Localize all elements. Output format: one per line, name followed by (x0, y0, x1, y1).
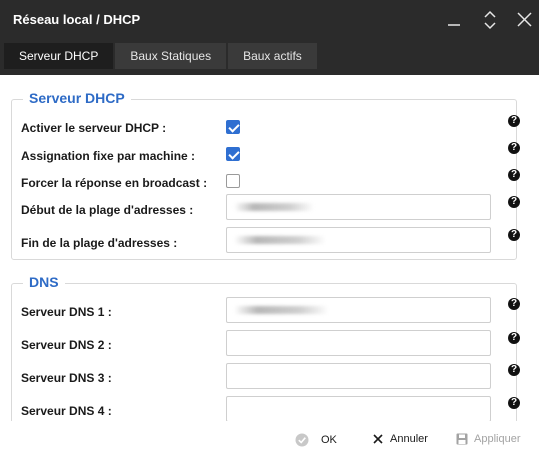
minimize-icon (448, 24, 460, 26)
dns2-label: Serveur DNS 2 : (21, 338, 112, 352)
enable-dhcp-checkbox[interactable] (226, 120, 240, 134)
fixed-assignment-label: Assignation fixe par machine : (21, 149, 196, 163)
dns4-label: Serveur DNS 4 : (21, 404, 112, 418)
broadcast-label: Forcer la réponse en broadcast : (21, 176, 208, 190)
dns3-label: Serveur DNS 3 : (21, 371, 112, 385)
expand-icon (484, 10, 496, 30)
cancel-button[interactable]: Annuler (372, 433, 428, 445)
help-icon[interactable]: ? (508, 142, 520, 154)
save-icon (456, 433, 468, 445)
dhcp-section-legend: Serveur DHCP (23, 90, 131, 106)
tab-bar: Serveur DHCP Baux Statiques Baux actifs (4, 43, 319, 69)
dhcp-dialog: Réseau local / DHCP Serveur DHCP Baux St… (0, 0, 539, 459)
title-bar: Réseau local / DHCP Serveur DHCP Baux St… (0, 0, 539, 75)
maximize-button[interactable] (480, 8, 502, 32)
tab-baux-statiques[interactable]: Baux Statiques (115, 43, 227, 69)
dialog-footer: OK Annuler Appliquer (0, 421, 539, 459)
minimize-button[interactable] (444, 8, 466, 32)
dns-section: DNS Serveur DNS 1 : ? Serveur DNS 2 : ? … (11, 274, 520, 421)
help-icon[interactable]: ? (508, 196, 520, 208)
enable-dhcp-label: Activer le serveur DHCP : (21, 121, 167, 135)
check-circle-icon (295, 433, 309, 447)
range-end-label: Fin de la plage d'adresses : (21, 236, 178, 250)
dialog-content: Serveur DHCP Activer le serveur DHCP : ?… (0, 75, 539, 421)
window-title: Réseau local / DHCP (13, 12, 141, 27)
redacted-value (234, 236, 326, 244)
close-button[interactable] (514, 8, 536, 32)
apply-button[interactable]: Appliquer (456, 433, 520, 445)
dns-section-legend: DNS (23, 274, 65, 290)
range-start-label: Début de la plage d'adresses : (21, 203, 194, 217)
help-icon[interactable]: ? (508, 169, 520, 181)
dns1-label: Serveur DNS 1 : (21, 305, 112, 319)
redacted-value (234, 306, 329, 314)
redacted-value (234, 203, 314, 211)
help-icon[interactable]: ? (508, 364, 520, 376)
apply-label: Appliquer (474, 433, 521, 445)
tab-serveur-dhcp[interactable]: Serveur DHCP (4, 43, 114, 69)
help-icon[interactable]: ? (508, 298, 520, 310)
cancel-label: Annuler (390, 433, 428, 445)
ok-label: OK (321, 434, 337, 446)
dns2-input[interactable] (226, 330, 491, 356)
dns3-input[interactable] (226, 363, 491, 389)
tab-baux-actifs[interactable]: Baux actifs (228, 43, 317, 69)
help-icon[interactable]: ? (508, 115, 520, 127)
help-icon[interactable]: ? (508, 229, 520, 241)
dns4-input[interactable] (226, 396, 491, 421)
close-icon (517, 12, 532, 27)
close-icon (373, 434, 383, 444)
ok-button[interactable]: OK (295, 433, 337, 447)
help-icon[interactable]: ? (508, 332, 520, 344)
broadcast-checkbox[interactable] (226, 174, 240, 188)
fixed-assignment-checkbox[interactable] (226, 147, 240, 161)
dhcp-section: Serveur DHCP Activer le serveur DHCP : ?… (11, 90, 520, 260)
help-icon[interactable]: ? (508, 397, 520, 409)
